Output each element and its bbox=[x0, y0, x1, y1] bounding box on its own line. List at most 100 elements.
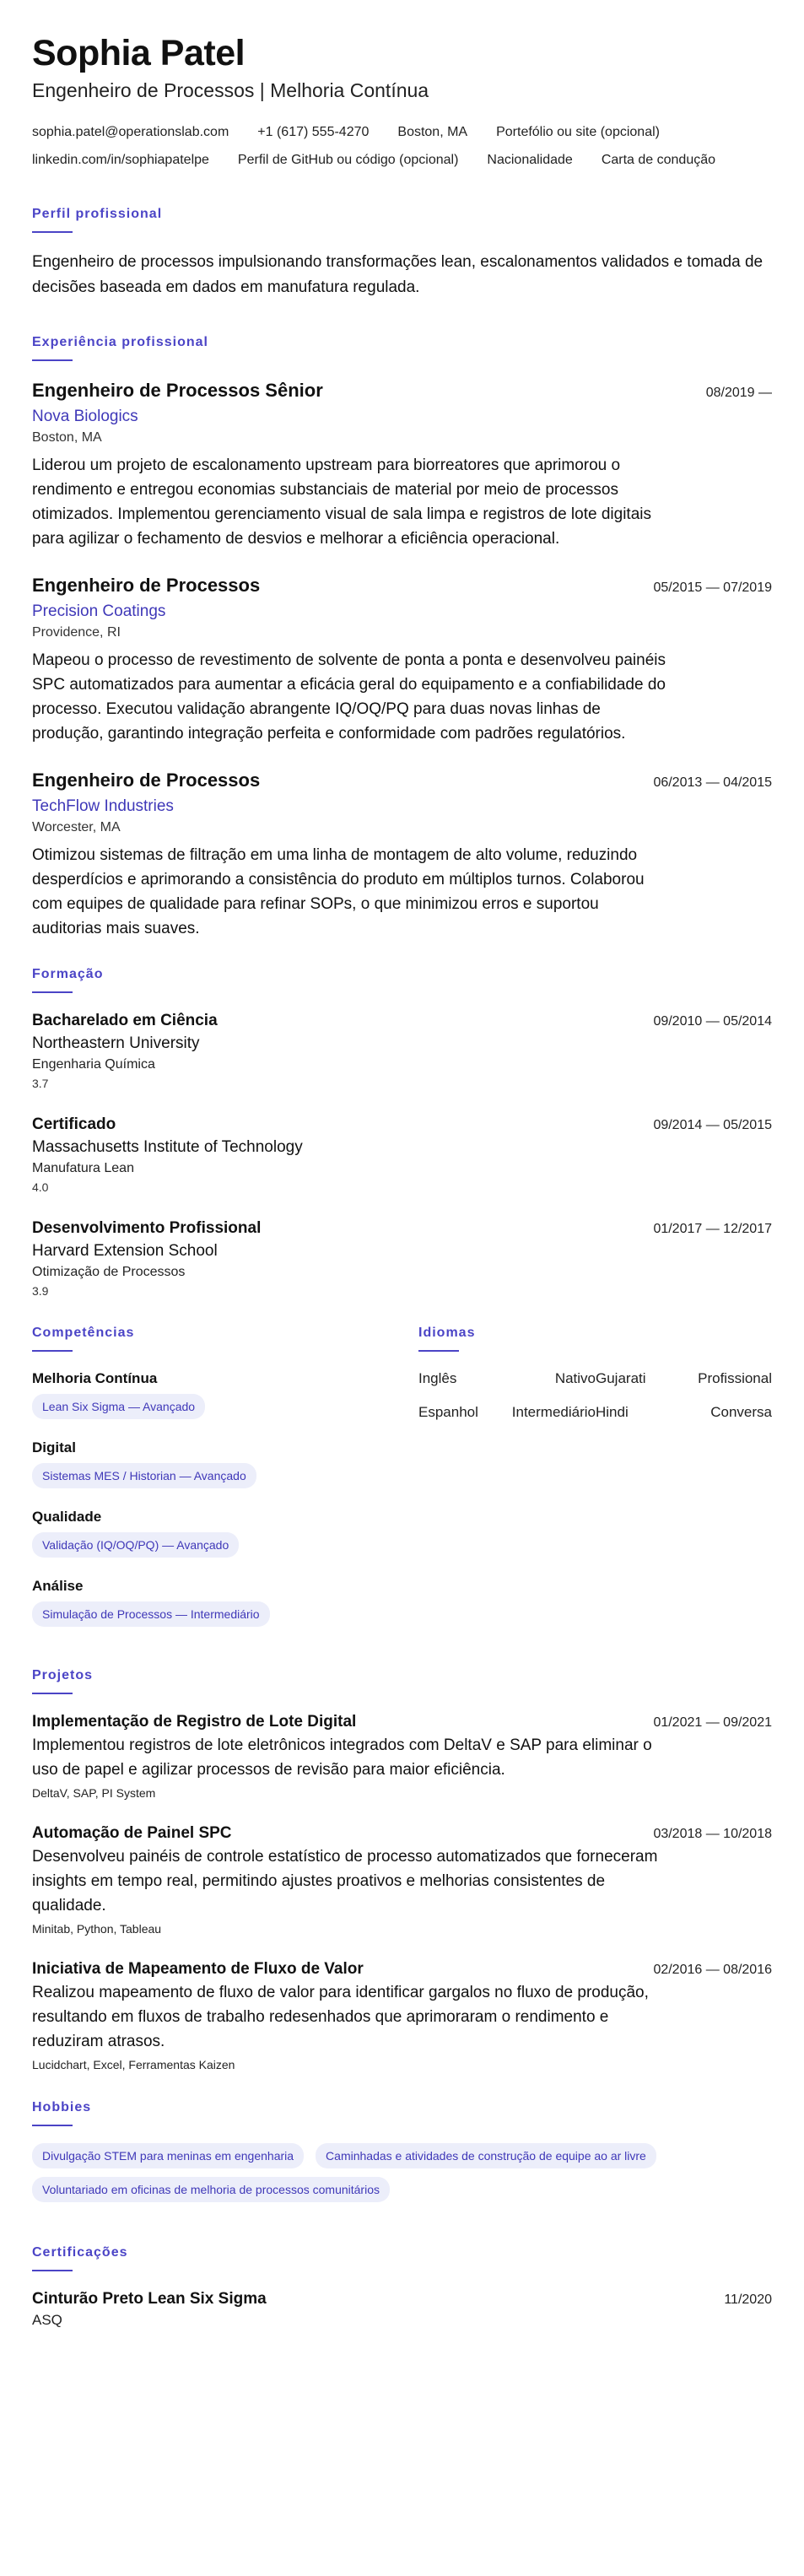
education-school: Massachusetts Institute of Technology bbox=[32, 1138, 303, 1156]
section-title: Competências bbox=[32, 1326, 135, 1340]
job-title: Engenheiro de Processos bbox=[32, 575, 261, 596]
education-score: 4.0 bbox=[32, 1180, 49, 1194]
job-location: Worcester, MA bbox=[32, 820, 121, 834]
section-title: Projetos bbox=[32, 1668, 94, 1682]
education-dates: 09/2014 — 05/2015 bbox=[653, 1118, 772, 1132]
certification-date: 11/2020 bbox=[724, 2292, 772, 2307]
section-divider bbox=[32, 359, 73, 361]
project-title: Iniciativa de Mapeamento de Fluxo de Val… bbox=[32, 1960, 364, 1978]
project-description: Implementou registros de lote eletrônico… bbox=[32, 1736, 652, 1779]
contact-phone[interactable]: +1 (617) 555-4270 bbox=[257, 118, 369, 146]
section-divider bbox=[32, 2270, 73, 2271]
job-dates: 05/2015 — 07/2019 bbox=[653, 581, 772, 595]
certification-title: Cinturão Preto Lean Six Sigma bbox=[32, 2290, 267, 2308]
skill-group-name: Melhoria Contínua bbox=[32, 1370, 158, 1386]
skill-group: Melhoria Contínua Lean Six Sigma — Avanç… bbox=[32, 1369, 418, 1419]
experience-entry: Engenheiro de Processos 05/2015 — 07/201… bbox=[32, 573, 772, 746]
language-name: Inglês bbox=[418, 1370, 457, 1386]
education-field: Otimização de Processos bbox=[32, 1265, 186, 1279]
project-technologies: Minitab, Python, Tableau bbox=[32, 1922, 162, 1936]
skill-group-name: Qualidade bbox=[32, 1509, 102, 1525]
skills-languages-row: Competências Melhoria Contínua Lean Six … bbox=[32, 1325, 772, 1645]
job-dates: 08/2019 — bbox=[705, 386, 772, 400]
education-entry: Bacharelado em Ciência 09/2010 — 05/2014… bbox=[32, 1010, 772, 1092]
job-dates: 06/2013 — 04/2015 bbox=[653, 775, 772, 790]
certification-issuer: ASQ bbox=[32, 2312, 62, 2328]
languages-grid: Inglês Nativo Gujarati Profissional Espa… bbox=[418, 1369, 772, 1423]
certification-entry: Cinturão Preto Lean Six Sigma 11/2020 AS… bbox=[32, 2288, 772, 2330]
hobbies-section: Hobbies Divulgação STEM para meninas em … bbox=[32, 2099, 772, 2211]
skills-section: Competências Melhoria Contínua Lean Six … bbox=[32, 1325, 418, 1645]
education-field: Manufatura Lean bbox=[32, 1161, 134, 1175]
hobby-chip: Divulgação STEM para meninas em engenhar… bbox=[32, 2143, 305, 2168]
section-title: Formação bbox=[32, 967, 104, 981]
job-title: Engenheiro de Processos Sênior bbox=[32, 380, 323, 401]
summary-text: Engenheiro de processos impulsionando tr… bbox=[32, 253, 764, 296]
language-level: Intermediário bbox=[511, 1404, 596, 1420]
job-description: Otimizou sistemas de filtração em uma li… bbox=[32, 846, 645, 937]
education-dates: 01/2017 — 12/2017 bbox=[653, 1222, 772, 1236]
project-dates: 02/2016 — 08/2016 bbox=[653, 1963, 772, 1977]
section-divider bbox=[32, 1693, 73, 1694]
section-title: Perfil profissional bbox=[32, 207, 163, 221]
project-technologies: Lucidchart, Excel, Ferramentas Kaizen bbox=[32, 2058, 235, 2071]
certifications-section: Certificações Cinturão Preto Lean Six Si… bbox=[32, 2244, 772, 2330]
skill-chip: Lean Six Sigma — Avançado bbox=[32, 1394, 206, 1419]
contact-nationality: Nacionalidade bbox=[487, 153, 573, 167]
contact-location: Boston, MA bbox=[397, 125, 468, 139]
hobby-chip: Voluntariado em oficinas de melhoria de … bbox=[32, 2177, 390, 2202]
contact-portfolio[interactable]: Portefólio ou site (opcional) bbox=[496, 118, 660, 146]
section-title: Certificações bbox=[32, 2245, 128, 2260]
job-title: Engenheiro de Processos bbox=[32, 770, 261, 791]
skill-group-name: Análise bbox=[32, 1578, 84, 1594]
job-location: Boston, MA bbox=[32, 430, 102, 445]
education-field: Engenharia Química bbox=[32, 1057, 155, 1072]
project-entry: Implementação de Registro de Lote Digita… bbox=[32, 1711, 772, 1802]
experience-section: Experiência profissional Engenheiro de P… bbox=[32, 334, 772, 941]
section-title: Idiomas bbox=[418, 1326, 476, 1340]
candidate-name: Sophia Patel bbox=[32, 33, 246, 73]
contact-linkedin[interactable]: linkedin.com/in/sophiapatelpe bbox=[32, 146, 209, 174]
company-name: TechFlow Industries bbox=[32, 797, 174, 815]
education-entry: Desenvolvimento Profissional 01/2017 — 1… bbox=[32, 1218, 772, 1299]
languages-section: Idiomas Inglês Nativo Gujarati Profissio… bbox=[418, 1325, 772, 1645]
project-description: Desenvolveu painéis de controle estatíst… bbox=[32, 1848, 658, 1914]
summary-section: Perfil profissional Engenheiro de proces… bbox=[32, 206, 772, 300]
language-level: Nativo bbox=[554, 1370, 596, 1386]
education-section: Formação Bacharelado em Ciência 09/2010 … bbox=[32, 966, 772, 1299]
candidate-headline: Engenheiro de Processos | Melhoria Contí… bbox=[32, 79, 429, 101]
project-entry: Iniciativa de Mapeamento de Fluxo de Val… bbox=[32, 1958, 772, 2074]
section-title: Hobbies bbox=[32, 2100, 92, 2114]
language-level: Profissional bbox=[698, 1370, 772, 1386]
education-dates: 09/2010 — 05/2014 bbox=[653, 1014, 772, 1029]
hobby-chip: Caminhadas e atividades de construção de… bbox=[316, 2143, 656, 2168]
education-entry: Certificado 09/2014 — 05/2015 Massachuse… bbox=[32, 1114, 772, 1196]
job-description: Mapeou o processo de revestimento de sol… bbox=[32, 651, 666, 743]
education-score: 3.9 bbox=[32, 1284, 49, 1298]
education-score: 3.7 bbox=[32, 1077, 49, 1090]
project-technologies: DeltaV, SAP, PI System bbox=[32, 1786, 156, 1800]
hobby-chip-list: Divulgação STEM para meninas em engenhar… bbox=[32, 2143, 772, 2211]
section-divider bbox=[32, 231, 73, 233]
job-location: Providence, RI bbox=[32, 625, 121, 640]
project-dates: 01/2021 — 09/2021 bbox=[653, 1715, 772, 1730]
skill-chip: Simulação de Processos — Intermediário bbox=[32, 1601, 270, 1627]
education-degree: Certificado bbox=[32, 1115, 116, 1133]
skill-group: Qualidade Validação (IQ/OQ/PQ) — Avançad… bbox=[32, 1507, 418, 1558]
project-title: Automação de Painel SPC bbox=[32, 1824, 232, 1842]
language-name: Gujarati bbox=[596, 1370, 646, 1386]
language-name: Espanhol bbox=[418, 1404, 478, 1420]
skill-group: Análise Simulação de Processos — Interme… bbox=[32, 1576, 418, 1627]
contact-github[interactable]: Perfil de GitHub ou código (opcional) bbox=[238, 146, 458, 174]
section-title: Experiência profissional bbox=[32, 335, 208, 349]
experience-entry: Engenheiro de Processos 06/2013 — 04/201… bbox=[32, 768, 772, 941]
job-description: Liderou um projeto de escalonamento upst… bbox=[32, 456, 651, 548]
company-name: Precision Coatings bbox=[32, 602, 166, 620]
education-school: Harvard Extension School bbox=[32, 1242, 218, 1260]
language-name: Hindi bbox=[596, 1404, 629, 1420]
skill-chip: Sistemas MES / Historian — Avançado bbox=[32, 1463, 256, 1488]
education-degree: Desenvolvimento Profissional bbox=[32, 1219, 262, 1237]
project-entry: Automação de Painel SPC 03/2018 — 10/201… bbox=[32, 1823, 772, 1938]
contact-email[interactable]: sophia.patel@operationslab.com bbox=[32, 118, 229, 146]
skill-group: Digital Sistemas MES / Historian — Avanç… bbox=[32, 1438, 418, 1488]
